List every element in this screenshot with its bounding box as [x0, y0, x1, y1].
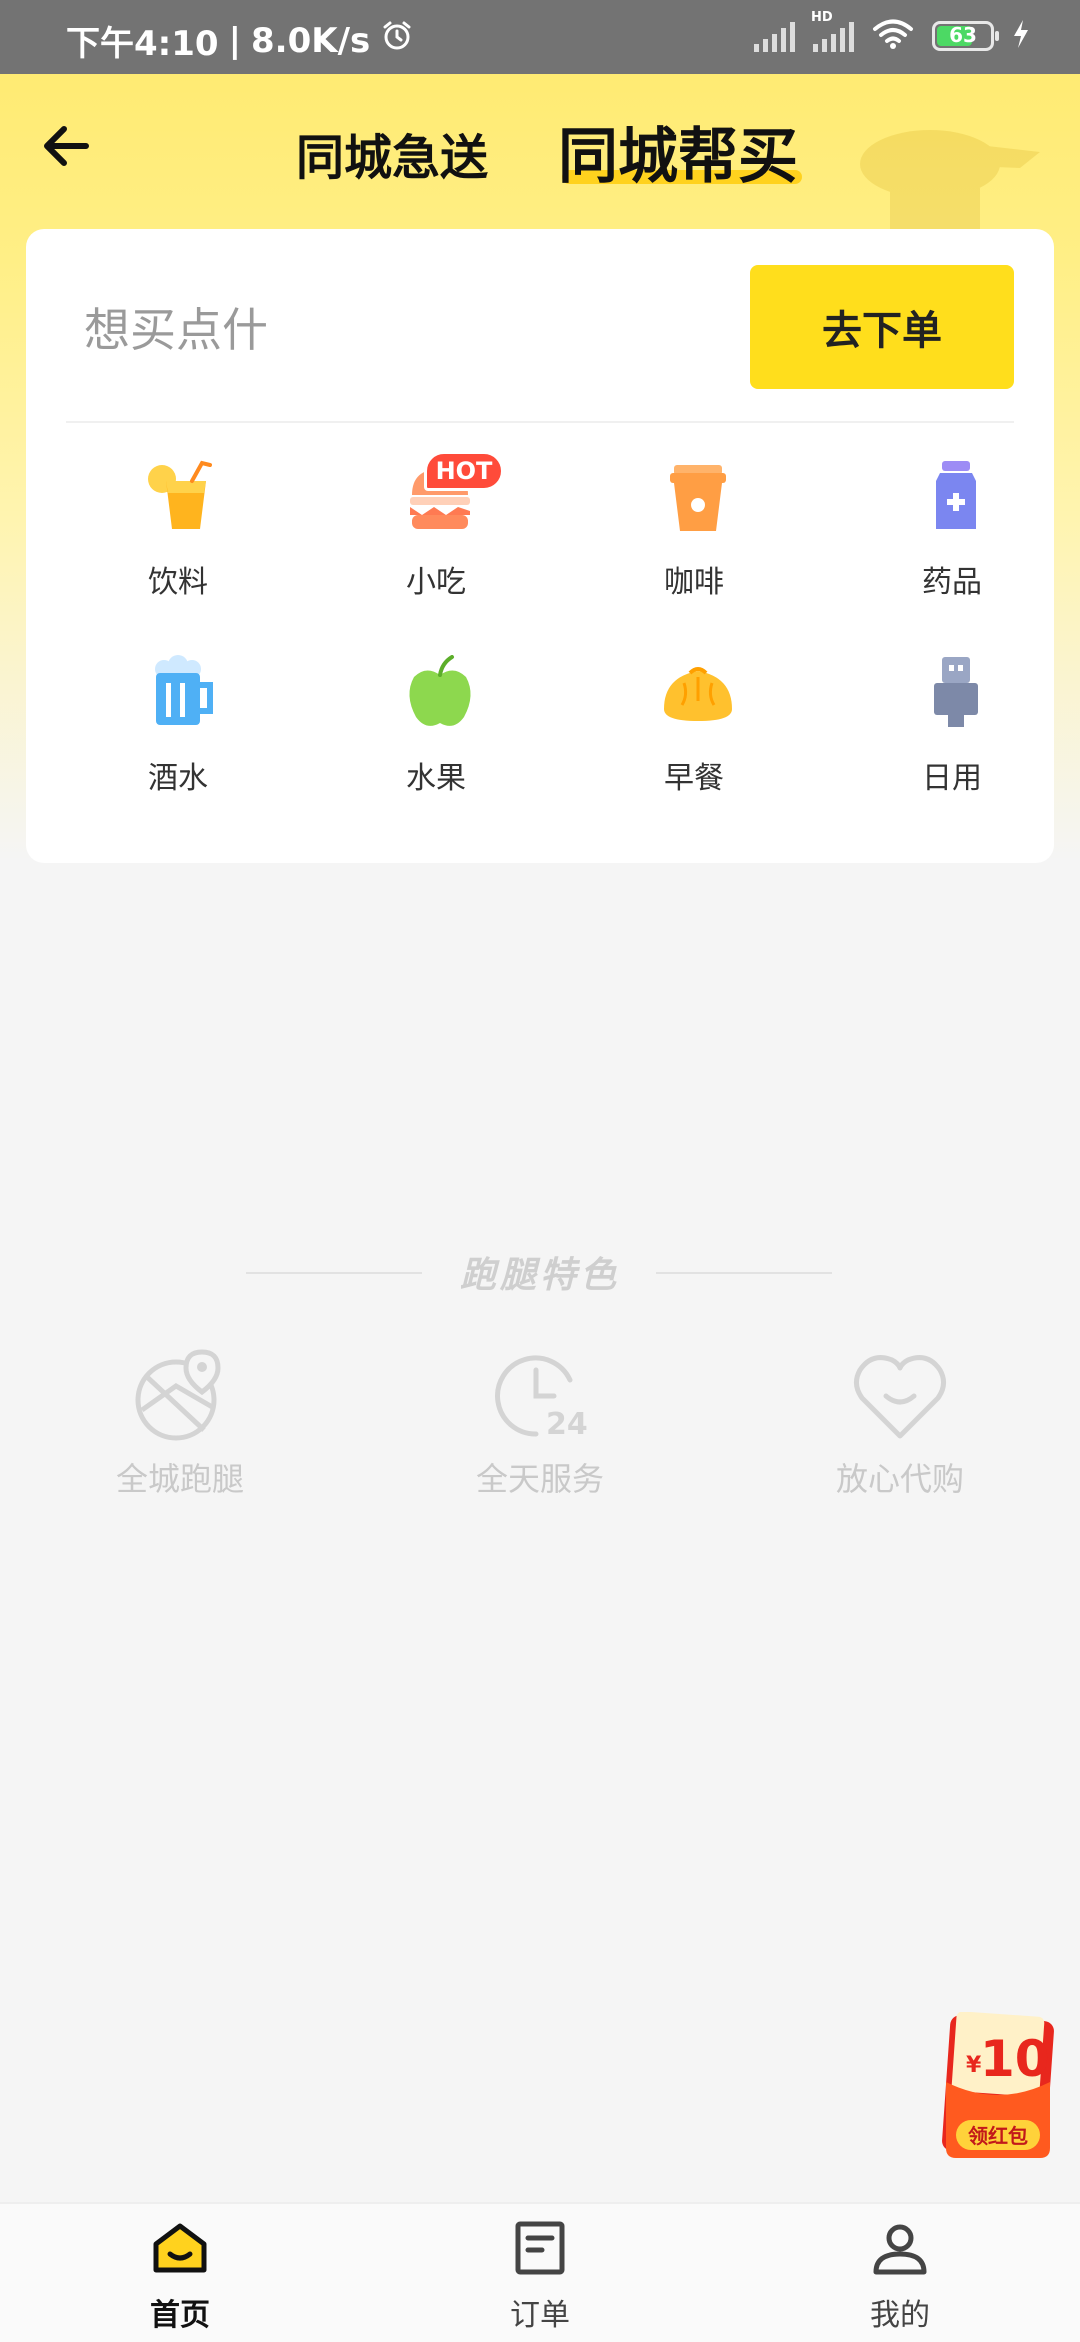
signal-hd-icon: HD: [811, 10, 854, 52]
coffee-icon: [670, 465, 726, 531]
order-icon: [515, 2221, 565, 2275]
daily-goods-icon: [934, 657, 978, 727]
home-icon: [153, 2223, 207, 2273]
battery-level: 63: [949, 23, 977, 47]
apple-icon: [409, 655, 471, 726]
category-label: 酒水: [148, 761, 208, 796]
category-label: 小吃: [406, 565, 466, 600]
category-label: 饮料: [148, 565, 208, 600]
tab-buy[interactable]: 同城帮买: [558, 108, 798, 195]
status-bar: 下午4:10 | 8.0K/s HD 63: [0, 0, 1080, 74]
nav-item-orders[interactable]: 订单: [460, 2220, 620, 2338]
status-network-speed: 8.0K/s: [251, 20, 371, 61]
status-left: 下午4:10 | 8.0K/s: [66, 16, 414, 65]
clock-24-text: 24: [546, 1407, 588, 1442]
category-label: 咖啡: [664, 565, 724, 600]
charging-icon: [1012, 18, 1030, 54]
bottom-nav: 首页 订单 我的: [0, 2202, 1080, 2342]
beer-icon: [155, 655, 213, 725]
back-button[interactable]: [34, 114, 98, 178]
category-item-medicine[interactable]: 药品: [862, 459, 1042, 609]
features-title: 跑腿特色: [459, 1255, 620, 1296]
clock-24-icon: 24: [495, 1355, 588, 1442]
signal-icon: [754, 20, 795, 52]
category-item-breakfast[interactable]: 早餐: [604, 655, 784, 805]
nav-label: 我的: [870, 2298, 930, 2333]
category-label: 药品: [922, 565, 982, 600]
nav-item-home[interactable]: 首页: [100, 2220, 260, 2338]
card-divider: [66, 421, 1014, 423]
hot-badge: HOT: [424, 451, 504, 491]
buy-card: 去下单 饮料 小吃: [26, 229, 1054, 863]
drink-icon: [148, 460, 212, 529]
network-type-label: HD: [811, 10, 833, 25]
feature-divider-right: [656, 1272, 832, 1274]
header: 同城急送 同城帮买: [0, 74, 1080, 234]
nav-item-profile[interactable]: 我的: [820, 2220, 980, 2338]
category-label: 早餐: [664, 761, 724, 796]
red-packet-label: 领红包: [968, 2124, 1028, 2148]
tab-send[interactable]: 同城急送: [296, 118, 488, 188]
heart-smile-icon: [854, 1355, 946, 1439]
feature-label: 全天服务: [475, 1460, 604, 1498]
category-item-daily[interactable]: 日用: [862, 655, 1042, 805]
courier-decoration-icon: [860, 130, 1040, 234]
place-order-button[interactable]: 去下单: [750, 265, 1014, 389]
medicine-icon: [936, 461, 976, 529]
status-time: 下午4:10: [66, 24, 219, 64]
feature-label: 全城跑腿: [115, 1460, 244, 1498]
wifi-icon: [872, 18, 914, 54]
alarm-icon: [380, 19, 414, 62]
bun-icon: [664, 667, 732, 721]
feature-label: 放心代购: [835, 1460, 964, 1498]
category-item-coffee[interactable]: 咖啡: [604, 459, 784, 609]
search-input[interactable]: [82, 289, 686, 371]
category-item-drink[interactable]: 饮料: [88, 459, 268, 609]
feature-citywide: 全城跑腿: [80, 1346, 280, 1506]
feature-trusted: 放心代购: [800, 1346, 1000, 1506]
red-packet-button[interactable]: ¥ 10 领红包: [940, 2012, 1056, 2162]
nav-label: 首页: [150, 2298, 210, 2333]
category-label: 日用: [922, 761, 982, 796]
arrow-left-icon: [44, 126, 89, 166]
nav-label: 订单: [510, 2298, 570, 2333]
red-packet-amount: 10: [980, 2030, 1050, 2088]
status-right: HD 63: [754, 10, 1030, 54]
status-separator: |: [228, 20, 241, 61]
category-item-fruit[interactable]: 水果: [346, 655, 526, 805]
battery-icon: 63: [932, 21, 999, 51]
map-pin-icon: [135, 1349, 221, 1441]
profile-icon: [873, 2224, 927, 2275]
category-label: 水果: [406, 761, 466, 796]
feature-allday: 24 全天服务: [440, 1346, 640, 1506]
category-item-alcohol[interactable]: 酒水: [88, 655, 268, 805]
